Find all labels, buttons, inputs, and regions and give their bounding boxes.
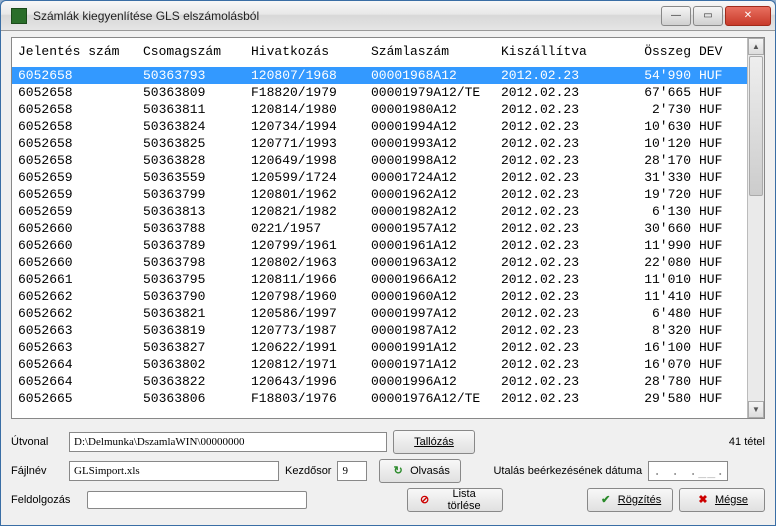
col-kiszallitva[interactable]: Kiszállítva bbox=[501, 44, 621, 59]
fajlnev-input[interactable] bbox=[69, 461, 279, 481]
close-button[interactable]: ✕ bbox=[725, 6, 771, 26]
minimize-button[interactable]: — bbox=[661, 6, 691, 26]
table-row[interactable]: 605265850363824120734/199400001994A12201… bbox=[12, 118, 747, 135]
app-icon bbox=[11, 8, 27, 24]
table-row[interactable]: 605265850363809F18820/197900001979A12/TE… bbox=[12, 84, 747, 101]
table-row[interactable]: 605266350363819120773/198700001987A12201… bbox=[12, 322, 747, 339]
utvonal-label: Útvonal bbox=[11, 436, 63, 448]
maximize-button[interactable]: ▭ bbox=[693, 6, 723, 26]
col-dev[interactable]: DEV bbox=[691, 44, 731, 59]
table-row[interactable]: 605265850363793120807/196800001968A12201… bbox=[12, 67, 747, 84]
col-szamla[interactable]: Számlaszám bbox=[371, 44, 501, 59]
table-row[interactable]: 605266150363795120811/196600001966A12201… bbox=[12, 271, 747, 288]
utalas-label: Utalás beérkezésének dátuma bbox=[493, 465, 642, 477]
scroll-track[interactable] bbox=[748, 197, 764, 401]
table-row[interactable]: 605265950363559120599/172400001724A12201… bbox=[12, 169, 747, 186]
table-row[interactable]: 605266050363789120799/196100001961A12201… bbox=[12, 237, 747, 254]
table-row[interactable]: 605266450363822120643/199600001996A12201… bbox=[12, 373, 747, 390]
utvonal-input[interactable] bbox=[69, 432, 387, 452]
content-area: Jelentés szám Csomagszám Hivatkozás Szám… bbox=[1, 31, 775, 525]
window-title: Számlák kiegyenlítése GLS elszámolásból bbox=[33, 9, 661, 23]
kezdosor-label: Kezdősor bbox=[285, 465, 331, 477]
table-row[interactable]: 6052660503637880221/195700001957A122012.… bbox=[12, 220, 747, 237]
feldolgozas-label: Feldolgozás bbox=[11, 494, 81, 506]
form-panel: Útvonal Tallózás 41 tétel Fájlnév Kezdős… bbox=[11, 425, 765, 517]
col-jelentes[interactable]: Jelentés szám bbox=[18, 44, 143, 59]
table-row[interactable]: 605265950363813120821/198200001982A12201… bbox=[12, 203, 747, 220]
kezdosor-input[interactable] bbox=[337, 461, 367, 481]
table-row[interactable]: 605266250363821120586/199700001997A12201… bbox=[12, 305, 747, 322]
vertical-scrollbar[interactable]: ▲ ▼ bbox=[747, 38, 764, 418]
rogzites-button[interactable]: ✔ Rögzítés bbox=[587, 488, 673, 512]
forbidden-icon: ⊘ bbox=[418, 493, 431, 507]
grid-body: 605265850363793120807/196800001968A12201… bbox=[12, 67, 747, 407]
utalas-date-input[interactable] bbox=[648, 461, 728, 481]
titlebar[interactable]: Számlák kiegyenlítése GLS elszámolásból … bbox=[1, 1, 775, 31]
scroll-down-icon[interactable]: ▼ bbox=[748, 401, 764, 418]
data-grid[interactable]: Jelentés szám Csomagszám Hivatkozás Szám… bbox=[11, 37, 765, 419]
progress-bar bbox=[87, 491, 307, 509]
col-csomag[interactable]: Csomagszám bbox=[143, 44, 251, 59]
table-row[interactable]: 605266250363790120798/196000001960A12201… bbox=[12, 288, 747, 305]
scroll-thumb[interactable] bbox=[749, 56, 763, 196]
table-row[interactable]: 605266050363798120802/196300001963A12201… bbox=[12, 254, 747, 271]
table-row[interactable]: 605265850363811120814/198000001980A12201… bbox=[12, 101, 747, 118]
table-row[interactable]: 605266550363806F18803/197600001976A12/TE… bbox=[12, 390, 747, 407]
lista-torlese-button[interactable]: ⊘ Lista törlése bbox=[407, 488, 503, 512]
grid-header: Jelentés szám Csomagszám Hivatkozás Szám… bbox=[12, 38, 747, 67]
x-icon: ✖ bbox=[696, 493, 710, 507]
check-icon: ✔ bbox=[599, 493, 613, 507]
table-row[interactable]: 605266350363827120622/199100001991A12201… bbox=[12, 339, 747, 356]
count-label: 41 tétel bbox=[729, 436, 765, 448]
olvasas-button[interactable]: ↻ Olvasás bbox=[379, 459, 461, 483]
app-window: Számlák kiegyenlítése GLS elszámolásból … bbox=[0, 0, 776, 526]
col-hivatkozas[interactable]: Hivatkozás bbox=[251, 44, 371, 59]
megse-button[interactable]: ✖ Mégse bbox=[679, 488, 765, 512]
tallozas-button[interactable]: Tallózás bbox=[393, 430, 475, 454]
table-row[interactable]: 605265950363799120801/196200001962A12201… bbox=[12, 186, 747, 203]
table-row[interactable]: 605265850363828120649/199800001998A12201… bbox=[12, 152, 747, 169]
table-row[interactable]: 605265850363825120771/199300001993A12201… bbox=[12, 135, 747, 152]
table-row[interactable]: 605266450363802120812/197100001971A12201… bbox=[12, 356, 747, 373]
fajlnev-label: Fájlnév bbox=[11, 465, 63, 477]
refresh-icon: ↻ bbox=[391, 464, 405, 478]
col-osszeg[interactable]: Összeg bbox=[621, 44, 691, 59]
scroll-up-icon[interactable]: ▲ bbox=[748, 38, 764, 55]
